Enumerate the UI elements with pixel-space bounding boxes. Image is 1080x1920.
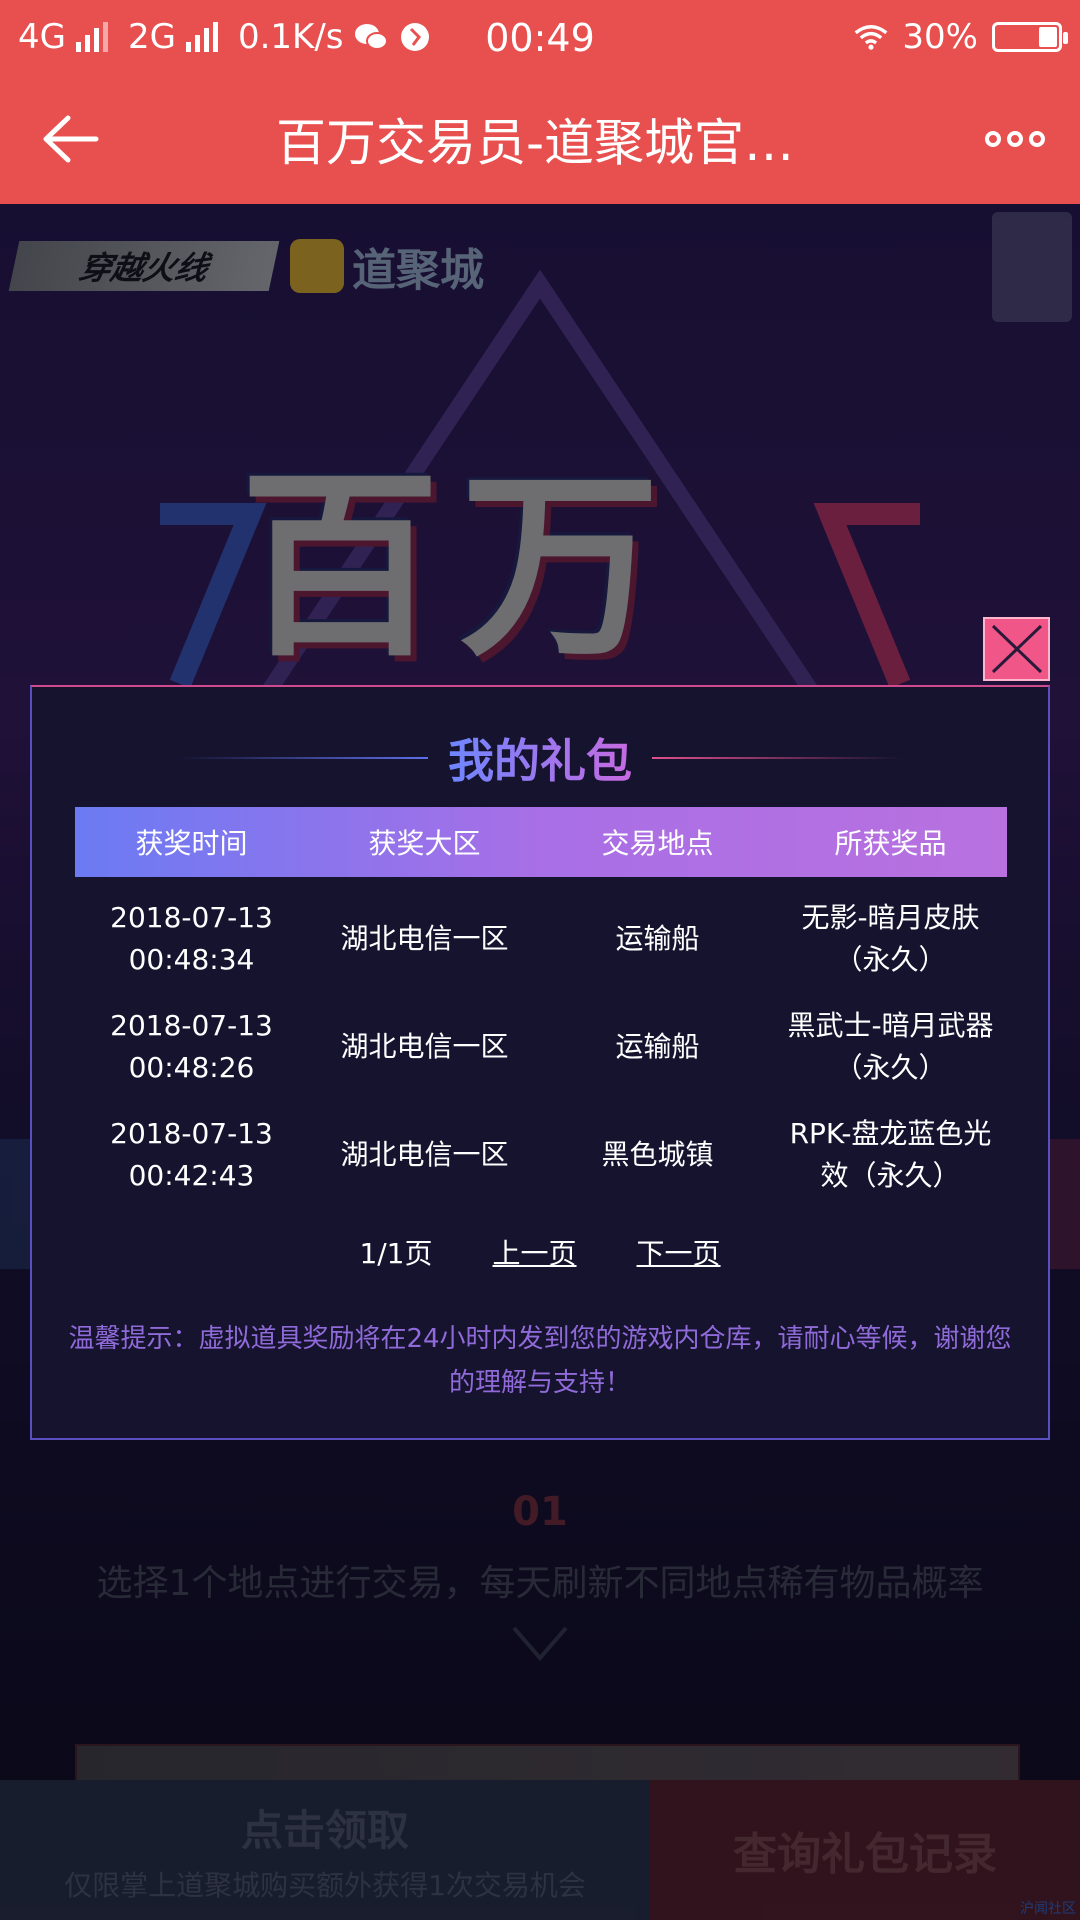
more-dot-icon [1029,131,1045,147]
battery-icon [992,22,1068,52]
wechat-icon [354,20,388,54]
page-title: 百万交易员-道聚城官… [275,114,795,172]
more-dot-icon [1007,131,1023,147]
table-header: 获奖时间 获奖大区 交易地点 所获奖品 [75,807,1007,877]
title-bar: 百万交易员-道聚城官… [0,74,1080,204]
title-divider-left [178,757,428,759]
arrow-left-icon [43,115,99,163]
column-header: 获奖大区 [368,827,481,860]
signal-icon [75,22,108,52]
column-header: 交易地点 [601,827,714,860]
prize: 无影-暗月皮肤 （永久） [801,901,980,976]
column-header: 获奖时间 [135,827,248,860]
delivery-tip: 温馨提示：虚拟道具奖励将在24小时内发到您的游戏内仓库，请耐心等候，谢谢您的理解… [68,1324,1012,1398]
pagination: 1/1页 上一页 下一页 [32,1232,1048,1272]
signal-icon-2 [185,22,218,52]
more-dot-icon [985,131,1001,147]
award-time: 2018-07-13 00:48:34 [110,901,273,976]
more-menu-button[interactable] [950,74,1080,204]
close-modal-button[interactable] [983,617,1050,681]
table-row: 2018-07-13 00:48:34 湖北电信一区 运输船 无影-暗月皮肤 （… [75,885,1007,993]
network-type-2: 2G [127,17,176,57]
net-speed: 0.1K/s [237,17,344,57]
prize: 黑武士-暗月武器 （永久） [787,1009,994,1084]
award-region: 湖北电信一区 [340,1138,509,1171]
column-header: 所获奖品 [834,827,947,860]
modal-header: 我的礼包 [32,725,1048,791]
prev-page-link[interactable]: 上一页 [493,1232,577,1272]
page-indicator: 1/1页 [359,1237,433,1270]
status-bar: 4G 2G 0.1K/s 00:49 30% [0,0,1080,74]
my-gifts-modal: 我的礼包 获奖时间 获奖大区 交易地点 所获奖品 2018-07-13 00:4… [30,685,1050,1440]
award-time: 2018-07-13 00:48:26 [110,1009,273,1084]
trade-location: 运输船 [615,922,700,955]
trade-location: 运输船 [615,1030,700,1063]
modal-title: 我的礼包 [448,725,632,791]
award-region: 湖北电信一区 [340,1030,509,1063]
table-row: 2018-07-13 00:48:26 湖北电信一区 运输船 黑武士-暗月武器 … [75,993,1007,1101]
trade-location: 黑色城镇 [601,1138,714,1171]
close-icon [991,624,1042,674]
prize: RPK-盘龙蓝色光 效（永久） [789,1117,992,1192]
award-region: 湖北电信一区 [340,922,509,955]
wifi-icon [854,20,888,54]
back-button[interactable] [0,74,140,204]
title-divider-right [652,757,902,759]
app-notification-icon [398,20,432,54]
next-page-link[interactable]: 下一页 [637,1232,721,1272]
network-type-1: 4G [18,17,66,57]
gift-table: 2018-07-13 00:48:34 湖北电信一区 运输船 无影-暗月皮肤 （… [75,885,1007,1209]
battery-percent: 30% [902,17,978,57]
award-time: 2018-07-13 00:42:43 [110,1117,273,1192]
table-row: 2018-07-13 00:42:43 湖北电信一区 黑色城镇 RPK-盘龙蓝色… [75,1101,1007,1209]
